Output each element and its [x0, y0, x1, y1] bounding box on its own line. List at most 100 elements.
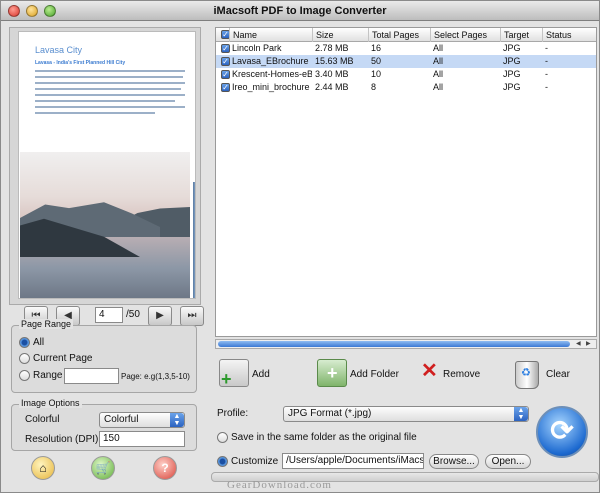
resolution-input[interactable]: 150 — [99, 431, 185, 447]
color-mode-label: Colorful — [25, 414, 60, 425]
preview-text-line — [35, 100, 175, 102]
preview-text-line — [35, 88, 181, 90]
row-target: JPG — [503, 56, 521, 66]
add-folder-label: Add Folder — [350, 369, 399, 380]
clear-button[interactable]: ♻ Clear — [515, 359, 575, 391]
zoom-window-button[interactable] — [44, 5, 56, 17]
add-folder-button[interactable]: + Add Folder — [317, 359, 399, 391]
buy-button[interactable]: 🛒 — [91, 456, 115, 480]
row-name: Krescent-Homes-eBrochure — [232, 69, 312, 79]
add-label: Add — [252, 369, 270, 380]
table-horizontal-scrollbar[interactable]: ◀ ▶ — [215, 339, 597, 349]
last-page-icon: ⏭ — [187, 310, 197, 321]
row-name: Lincoln Park — [232, 43, 282, 53]
range-custom-label: Range — [33, 370, 63, 381]
preview-lake-photo — [20, 152, 190, 298]
open-button[interactable]: Open... — [485, 454, 531, 469]
select-arrows-icon: ▲ ▼ — [170, 413, 184, 427]
output-folder-input[interactable]: /Users/apple/Documents/iMacsoft — [282, 453, 424, 469]
range-all-label: All — [33, 337, 45, 348]
select-arrows-icon: ▲ ▼ — [514, 407, 528, 421]
color-mode-select[interactable]: Colorful ▲ ▼ — [99, 412, 185, 428]
scroll-left-icon[interactable]: ◀ — [576, 340, 581, 348]
convert-button[interactable]: ⟳ — [536, 406, 588, 458]
row-size: 3.40 MB — [315, 69, 349, 79]
table-row[interactable]: ✓ Lavasa_EBrochure 15.63 MB 50 All JPG - — [216, 55, 596, 68]
customize-radio[interactable] — [217, 456, 228, 467]
range-custom-radio[interactable] — [19, 370, 30, 381]
scrollbar-thumb[interactable] — [218, 341, 570, 347]
preview-page-edge — [193, 182, 195, 298]
row-name: Lavasa_EBrochure — [232, 56, 309, 66]
row-status: - — [545, 82, 548, 92]
image-options-legend: Image Options — [19, 398, 82, 408]
preview-page-subtitle: Lavasa - India's First Planned Hill City — [35, 60, 126, 66]
same-folder-radio[interactable] — [217, 432, 228, 443]
page-preview: Lavasa City Lavasa - India's First Plann… — [9, 27, 204, 326]
row-total-pages: 8 — [371, 82, 377, 92]
table-header: ✓ Name Size Total Pages Select Pages Tar… — [216, 28, 596, 42]
resolution-label: Resolution (DPI) — [25, 434, 99, 445]
row-total-pages: 16 — [371, 43, 382, 53]
color-mode-value: Colorful — [104, 414, 139, 425]
row-select-pages[interactable]: All — [430, 68, 500, 81]
add-folder-icon: + — [317, 359, 347, 387]
column-header-name[interactable]: Name — [229, 28, 312, 42]
table-row[interactable]: ✓ Lincoln Park 2.78 MB 16 All JPG - — [216, 42, 596, 55]
column-header-target[interactable]: Target — [500, 28, 542, 42]
range-input[interactable] — [64, 368, 119, 384]
scroll-right-icon[interactable]: ▶ — [586, 340, 591, 348]
row-name: Ireo_mini_brochure — [232, 82, 310, 92]
browse-button[interactable]: Browse... — [429, 454, 479, 469]
home-button[interactable]: ⌂ — [31, 456, 55, 480]
row-total-pages: 50 — [371, 56, 382, 66]
row-select-pages[interactable]: All — [430, 81, 500, 94]
next-page-icon: ▶ — [156, 310, 164, 321]
watermark: GearDownload.com — [227, 479, 332, 491]
preview-text-line — [35, 106, 185, 108]
column-header-size[interactable]: Size — [312, 28, 368, 42]
last-page-button[interactable]: ⏭ — [180, 306, 204, 326]
row-target: JPG — [503, 43, 521, 53]
row-status: - — [545, 69, 548, 79]
profile-select[interactable]: JPG Format (*.jpg) ▲ ▼ — [283, 406, 529, 422]
row-target: JPG — [503, 82, 521, 92]
preview-page: Lavasa City Lavasa - India's First Plann… — [18, 31, 196, 299]
title-bar: iMacsoft PDF to Image Converter — [1, 1, 599, 21]
range-all-radio[interactable] — [19, 337, 30, 348]
convert-refresh-icon: ⟳ — [550, 415, 574, 446]
remove-button[interactable]: ✕ Remove — [419, 359, 481, 391]
current-page-input[interactable]: 4 — [95, 307, 123, 323]
customize-label: Customize — [231, 456, 279, 467]
close-window-button[interactable] — [8, 5, 20, 17]
column-header-total-pages[interactable]: Total Pages — [368, 28, 430, 42]
table-row[interactable]: ✓ Krescent-Homes-eBrochure 3.40 MB 10 Al… — [216, 68, 596, 81]
help-icon: ? — [161, 461, 169, 475]
profile-value: JPG Format (*.jpg) — [288, 408, 372, 419]
range-current-page-label: Current Page — [33, 353, 93, 364]
preview-text-line — [35, 82, 185, 84]
row-size: 2.78 MB — [315, 43, 349, 53]
row-total-pages: 10 — [371, 69, 382, 79]
clear-label: Clear — [546, 369, 570, 380]
preview-text-line — [35, 76, 183, 78]
table-row[interactable]: ✓ Ireo_mini_brochure 2.44 MB 8 All JPG - — [216, 81, 596, 94]
minimize-window-button[interactable] — [26, 5, 38, 17]
add-button[interactable]: + Add — [219, 359, 279, 391]
remove-label: Remove — [443, 369, 481, 380]
row-target: JPG — [503, 69, 521, 79]
help-button[interactable]: ? — [153, 456, 177, 480]
next-page-button[interactable]: ▶ — [148, 306, 172, 326]
preview-text-line — [35, 112, 155, 114]
row-select-pages[interactable]: All — [430, 55, 500, 68]
range-current-page-radio[interactable] — [19, 353, 30, 364]
preview-text-line — [35, 94, 185, 96]
profile-label: Profile: — [217, 408, 249, 419]
window-title: iMacsoft PDF to Image Converter — [213, 5, 387, 17]
file-table: ✓ Name Size Total Pages Select Pages Tar… — [215, 27, 597, 337]
row-select-pages[interactable]: All — [430, 42, 500, 55]
column-header-select-pages[interactable]: Select Pages — [430, 28, 500, 42]
same-folder-label: Save in the same folder as the original … — [231, 432, 417, 443]
column-header-status[interactable]: Status — [542, 28, 596, 42]
row-size: 2.44 MB — [315, 82, 349, 92]
